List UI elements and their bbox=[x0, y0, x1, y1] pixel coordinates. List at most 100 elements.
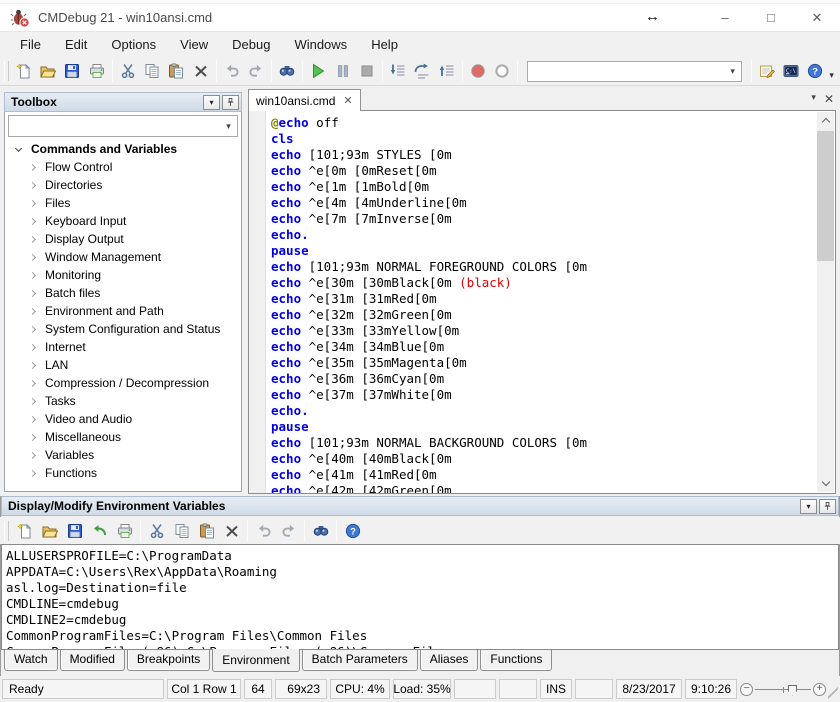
toolbox-dropdown-icon[interactable]: ▾ bbox=[203, 95, 220, 110]
command-combobox[interactable]: ▾ bbox=[527, 61, 742, 82]
open-folder-button[interactable] bbox=[37, 518, 62, 543]
toolbox-pin-icon[interactable] bbox=[222, 95, 239, 110]
paste-button[interactable] bbox=[164, 59, 188, 84]
menu-file[interactable]: File bbox=[8, 33, 53, 56]
tab-close-icon[interactable]: ✕ bbox=[343, 94, 352, 107]
delete-button[interactable] bbox=[188, 59, 212, 84]
toolbox-item-keyboard-input[interactable]: Keyboard Input bbox=[5, 212, 241, 230]
toolbox-item-miscellaneous[interactable]: Miscellaneous bbox=[5, 428, 241, 446]
window-resize-grip[interactable] bbox=[828, 684, 838, 702]
delete-button[interactable] bbox=[219, 518, 244, 543]
menu-debug[interactable]: Debug bbox=[220, 33, 282, 56]
chevron-right-icon[interactable] bbox=[19, 327, 45, 332]
console-button[interactable]: C:\ bbox=[779, 59, 803, 84]
step-over-button[interactable] bbox=[410, 59, 434, 84]
edit-note-button[interactable] bbox=[755, 59, 779, 84]
help-button[interactable]: ? bbox=[803, 59, 827, 84]
chevron-down-icon[interactable]: ▾ bbox=[725, 62, 741, 81]
copy-button[interactable] bbox=[140, 59, 164, 84]
toolbar-overflow-icon[interactable]: ▾ bbox=[827, 70, 840, 81]
toolbox-filter-combobox[interactable]: ▾ bbox=[8, 115, 238, 137]
tab-functions[interactable]: Functions bbox=[480, 650, 552, 671]
close-button[interactable]: ✕ bbox=[794, 4, 840, 31]
tab-bar-close-icon[interactable]: ✕ bbox=[824, 92, 834, 106]
print-button[interactable] bbox=[112, 518, 137, 543]
tab-breakpoints[interactable]: Breakpoints bbox=[127, 650, 210, 671]
scroll-up-icon[interactable] bbox=[817, 112, 834, 129]
find-button[interactable] bbox=[275, 59, 299, 84]
help-button[interactable]: ? bbox=[340, 518, 365, 543]
chevron-right-icon[interactable] bbox=[19, 471, 45, 476]
save-button[interactable] bbox=[62, 518, 87, 543]
chevron-right-icon[interactable] bbox=[19, 219, 45, 224]
toolbox-item-functions[interactable]: Functions bbox=[5, 464, 241, 482]
redo-button[interactable] bbox=[276, 518, 301, 543]
menu-windows[interactable]: Windows bbox=[282, 33, 359, 56]
step-into-button[interactable] bbox=[386, 59, 410, 84]
chevron-right-icon[interactable] bbox=[19, 201, 45, 206]
tab-list-dropdown-icon[interactable]: ▾ bbox=[811, 92, 816, 106]
menu-view[interactable]: View bbox=[168, 33, 220, 56]
chevron-down-icon[interactable]: ▾ bbox=[220, 121, 237, 132]
chevron-right-icon[interactable] bbox=[19, 399, 45, 404]
toolbox-item-batch-files[interactable]: Batch files bbox=[5, 284, 241, 302]
toolbar-grip[interactable] bbox=[4, 521, 9, 541]
chevron-right-icon[interactable] bbox=[19, 183, 45, 188]
print-button[interactable] bbox=[85, 59, 109, 84]
record-off-button[interactable] bbox=[490, 59, 514, 84]
menu-help[interactable]: Help bbox=[359, 33, 410, 56]
chevron-right-icon[interactable] bbox=[19, 291, 45, 296]
debug-panel-pin-icon[interactable] bbox=[819, 499, 836, 514]
undo-button[interactable] bbox=[251, 518, 276, 543]
pause-button[interactable] bbox=[331, 59, 355, 84]
toolbox-item-tasks[interactable]: Tasks bbox=[5, 392, 241, 410]
tab-batch-parameters[interactable]: Batch Parameters bbox=[302, 650, 418, 671]
toolbox-item-compression-decompression[interactable]: Compression / Decompression bbox=[5, 374, 241, 392]
zoom-out-icon[interactable]: − bbox=[740, 683, 753, 696]
record-on-button[interactable] bbox=[466, 59, 490, 84]
toolbox-item-video-and-audio[interactable]: Video and Audio bbox=[5, 410, 241, 428]
chevron-right-icon[interactable] bbox=[19, 363, 45, 368]
redo-button[interactable] bbox=[244, 59, 268, 84]
cut-button[interactable] bbox=[144, 518, 169, 543]
maximize-button[interactable]: □ bbox=[748, 4, 794, 31]
chevron-right-icon[interactable] bbox=[19, 309, 45, 314]
chevron-down-icon[interactable] bbox=[5, 148, 31, 151]
paste-button[interactable] bbox=[194, 518, 219, 543]
new-file-button[interactable] bbox=[12, 59, 36, 84]
toolbox-item-monitoring[interactable]: Monitoring bbox=[5, 266, 241, 284]
open-folder-button[interactable] bbox=[36, 59, 60, 84]
run-button[interactable] bbox=[306, 59, 330, 84]
zoom-slider-handle[interactable] bbox=[788, 685, 797, 696]
minimize-button[interactable]: – bbox=[702, 4, 748, 31]
chevron-right-icon[interactable] bbox=[19, 381, 45, 386]
toolbox-item-display-output[interactable]: Display Output bbox=[5, 230, 241, 248]
revert-button[interactable] bbox=[87, 518, 112, 543]
chevron-right-icon[interactable] bbox=[19, 417, 45, 422]
tab-modified[interactable]: Modified bbox=[60, 650, 125, 671]
debug-panel-dropdown-icon[interactable]: ▾ bbox=[800, 499, 817, 514]
environment-variables-box[interactable]: ALLUSERSPROFILE=C:\ProgramDataAPPDATA=C:… bbox=[1, 544, 839, 650]
new-file-button[interactable] bbox=[12, 518, 37, 543]
chevron-right-icon[interactable] bbox=[19, 237, 45, 242]
toolbox-item-system-configuration-and-status[interactable]: System Configuration and Status bbox=[5, 320, 241, 338]
chevron-right-icon[interactable] bbox=[19, 345, 45, 350]
copy-button[interactable] bbox=[169, 518, 194, 543]
menu-edit[interactable]: Edit bbox=[53, 33, 99, 56]
toolbox-item-internet[interactable]: Internet bbox=[5, 338, 241, 356]
editor-scrollbar[interactable] bbox=[817, 112, 834, 492]
chevron-right-icon[interactable] bbox=[19, 435, 45, 440]
chevron-right-icon[interactable] bbox=[19, 273, 45, 278]
cut-button[interactable] bbox=[116, 59, 140, 84]
toolbox-item-commands-and-variables[interactable]: Commands and Variables bbox=[5, 140, 241, 158]
chevron-right-icon[interactable] bbox=[19, 165, 45, 170]
code-editor[interactable]: @echo offclsecho [101;93m STYLES [0mecho… bbox=[248, 110, 836, 494]
toolbox-item-flow-control[interactable]: Flow Control bbox=[5, 158, 241, 176]
find-button[interactable] bbox=[308, 518, 333, 543]
toolbox-item-lan[interactable]: LAN bbox=[5, 356, 241, 374]
chevron-right-icon[interactable] bbox=[19, 453, 45, 458]
toolbox-item-files[interactable]: Files bbox=[5, 194, 241, 212]
toolbox-item-environment-and-path[interactable]: Environment and Path bbox=[5, 302, 241, 320]
tab-win10ansi[interactable]: win10ansi.cmd ✕ bbox=[248, 89, 361, 111]
toolbox-item-variables[interactable]: Variables bbox=[5, 446, 241, 464]
